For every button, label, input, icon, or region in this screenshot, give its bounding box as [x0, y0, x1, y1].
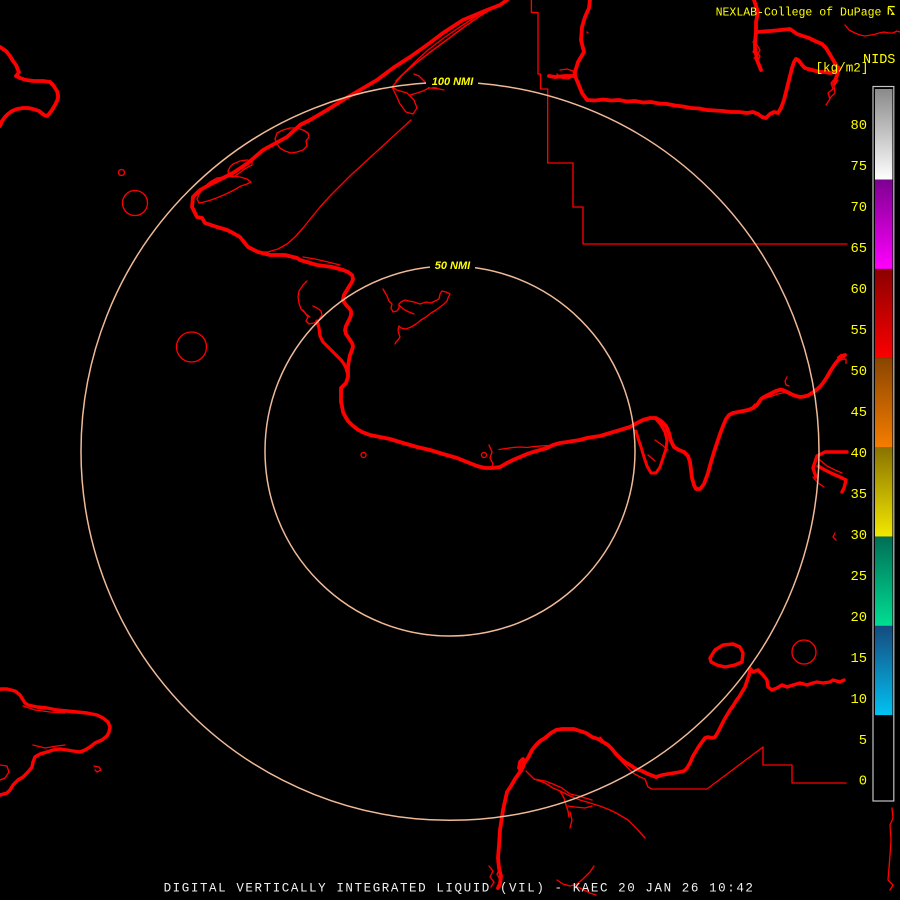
svg-text:DIGITAL VERTICALLY INTEGRATED: DIGITAL VERTICALLY INTEGRATED LIQUID (VI…: [164, 882, 755, 896]
svg-text:20: 20: [850, 611, 867, 626]
svg-text:75: 75: [850, 160, 867, 175]
svg-text:70: 70: [850, 201, 867, 216]
svg-text:40: 40: [850, 447, 867, 462]
svg-text:10: 10: [850, 693, 867, 708]
svg-text:50: 50: [850, 365, 867, 380]
svg-text:60: 60: [850, 283, 867, 298]
svg-text:30: 30: [850, 529, 867, 544]
svg-text:15: 15: [850, 652, 867, 667]
svg-text:[kg/m2]: [kg/m2]: [816, 62, 869, 76]
svg-text:80: 80: [850, 119, 867, 134]
svg-text:65: 65: [850, 242, 867, 257]
svg-text:0: 0: [859, 775, 867, 790]
svg-text:NEXLAB-College of DuPage: NEXLAB-College of DuPage: [716, 7, 882, 20]
svg-text:55: 55: [850, 324, 867, 339]
svg-text:100 NMI: 100 NMI: [432, 76, 475, 88]
svg-text:5: 5: [859, 734, 867, 749]
svg-text:50 NMI: 50 NMI: [435, 260, 471, 272]
svg-text:35: 35: [850, 488, 867, 503]
svg-text:45: 45: [850, 406, 867, 421]
svg-text:25: 25: [850, 570, 867, 585]
